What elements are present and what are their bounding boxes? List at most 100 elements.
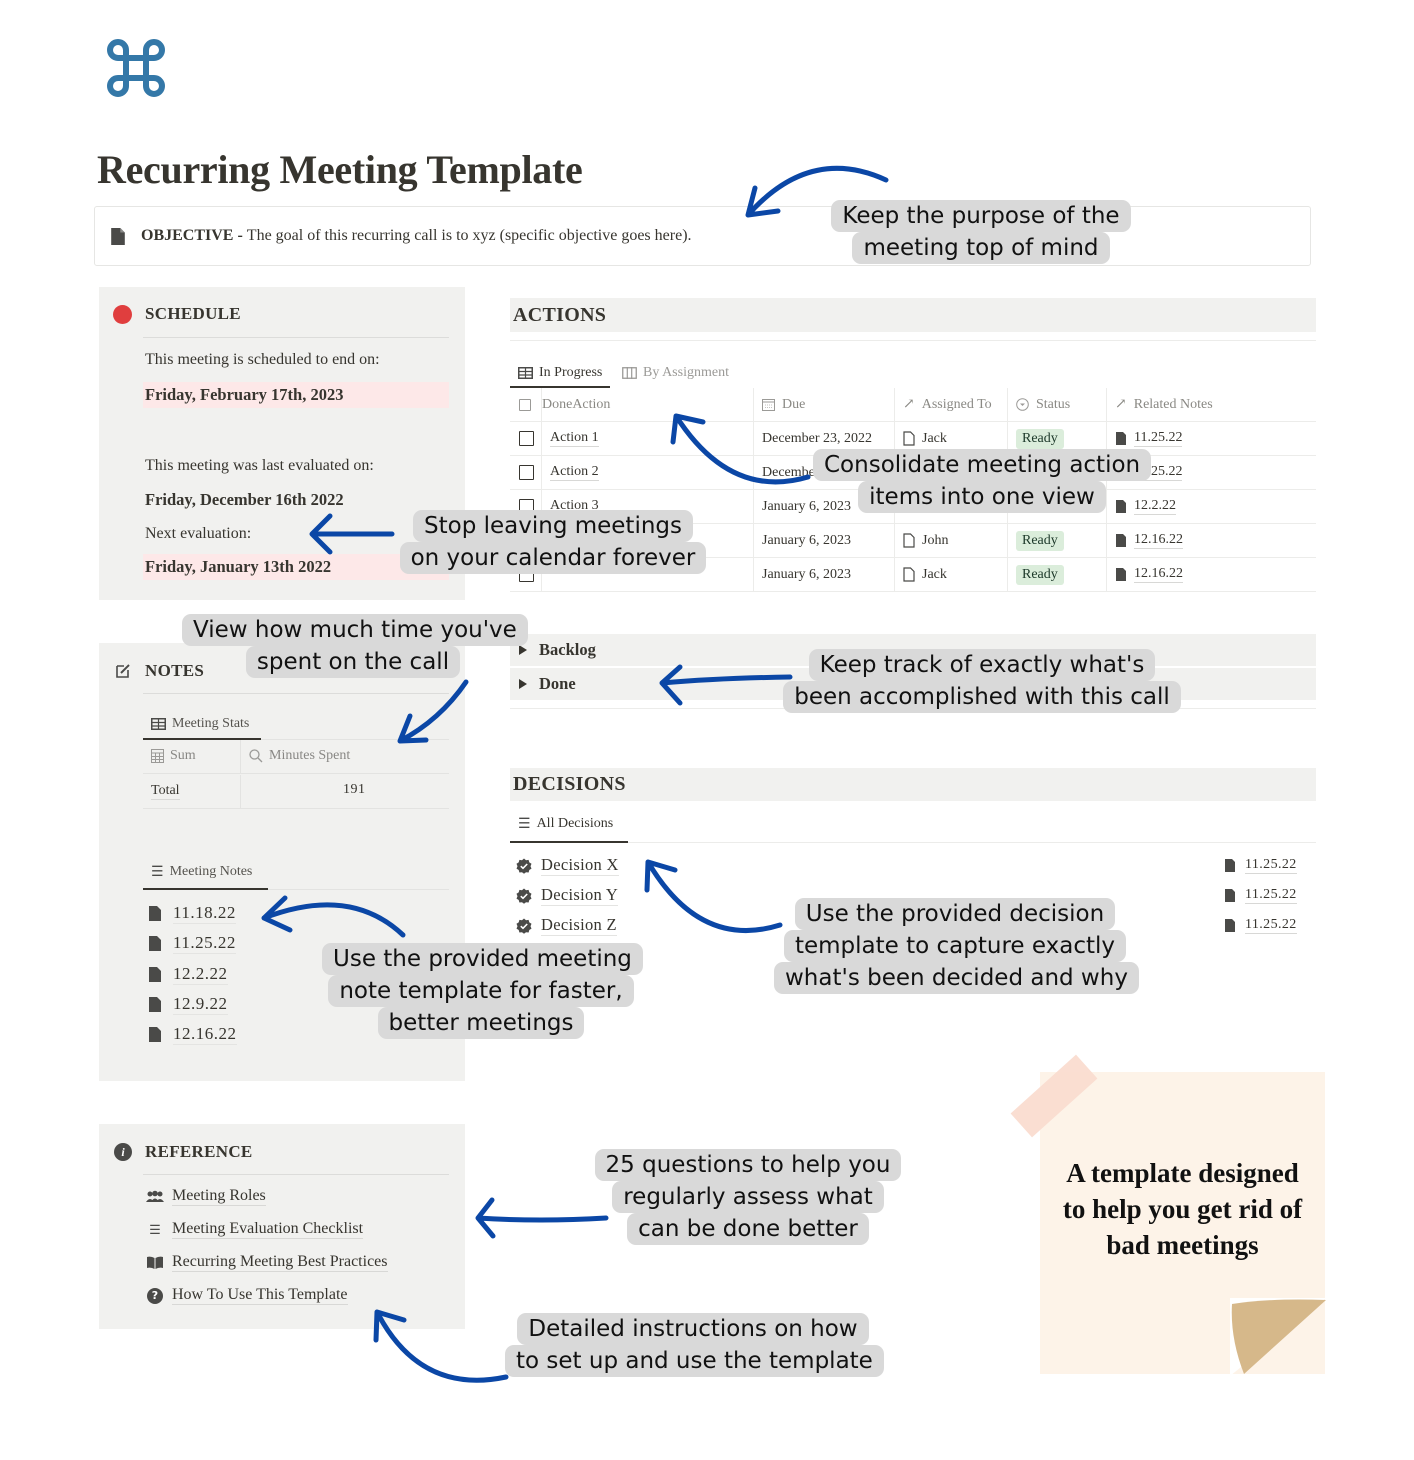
decisions-heading: DECISIONS — [510, 768, 1316, 801]
next-eval-label: Next evaluation: — [145, 525, 252, 542]
verified-badge-icon — [516, 858, 532, 874]
note-item[interactable]: 11.25.22 — [149, 933, 236, 954]
table-header-row: DoneAction Due ↗ Assigned To Status ↗ Rela… — [510, 388, 1316, 422]
note-item[interactable]: 12.16.22 — [149, 1024, 237, 1045]
list-icon: ☰ — [149, 1221, 161, 1237]
relation-arrow-icon: ↗ — [1115, 397, 1127, 412]
tab-meeting-notes[interactable]: ☰ Meeting Notes — [151, 859, 252, 885]
decision-item[interactable]: Decision Z — [516, 915, 617, 936]
end-label: This meeting is scheduled to end on: — [145, 351, 380, 368]
reference-link-how-to-use[interactable]: ? How To Use This Template — [145, 1286, 348, 1305]
red-circle-icon — [113, 305, 132, 324]
callout-checklist: 25 questions to help you regularly asses… — [594, 1149, 902, 1245]
note-item[interactable]: 12.9.22 — [149, 994, 228, 1015]
document-icon — [1116, 568, 1126, 581]
schedule-heading: SCHEDULE — [145, 304, 241, 323]
related-note-cell[interactable]: 12.16.22 — [1107, 558, 1316, 591]
page-icon — [903, 431, 915, 446]
assigned-cell[interactable]: John — [895, 524, 1008, 557]
search-icon — [249, 749, 263, 763]
relation-arrow-icon: ↗ — [903, 397, 915, 412]
callout-objective: Keep the purpose of the meeting top of m… — [831, 200, 1131, 264]
document-icon — [111, 227, 125, 245]
column-divider — [240, 775, 241, 809]
page-icon — [903, 533, 915, 548]
callout-done: Keep track of exactly what's been accomp… — [782, 649, 1182, 713]
tab-meeting-stats[interactable]: Meeting Stats — [151, 711, 249, 737]
tab-by-assignment[interactable]: By Assignment — [622, 358, 729, 388]
question-icon: ? — [145, 1287, 165, 1304]
document-icon — [1116, 534, 1126, 547]
related-notes-column-header[interactable]: ↗ Related Notes — [1107, 388, 1316, 421]
divider — [268, 889, 449, 890]
status-cell[interactable]: Ready — [1008, 524, 1107, 557]
calendar-icon — [762, 398, 775, 411]
done-checkbox[interactable] — [510, 422, 542, 455]
tab-in-progress[interactable]: In Progress — [518, 358, 602, 388]
document-icon — [149, 906, 161, 921]
action-cell[interactable]: Action 2 — [542, 456, 754, 489]
document-icon — [1116, 432, 1126, 445]
minutes-column-header[interactable]: Minutes Spent — [249, 748, 350, 764]
document-icon — [149, 967, 161, 982]
decision-item[interactable]: Decision X — [516, 855, 619, 876]
people-icon — [146, 1190, 164, 1202]
due-cell[interactable]: January 6, 2023 — [754, 558, 895, 591]
divider — [143, 337, 449, 338]
tab-underline — [143, 888, 268, 890]
done-checkbox[interactable] — [510, 456, 542, 489]
done-column-header[interactable] — [510, 388, 542, 421]
decision-note-link[interactable]: 11.25.22 — [1224, 857, 1297, 874]
status-cell[interactable]: Ready — [1008, 558, 1107, 591]
status-badge: Ready — [1016, 530, 1064, 551]
verified-badge-icon — [516, 888, 532, 904]
tab-underline — [510, 841, 628, 843]
action-cell[interactable]: Action 1 — [542, 422, 754, 455]
document-icon — [149, 936, 161, 951]
due-cell[interactable]: January 6, 2023 — [754, 524, 895, 557]
document-icon — [1225, 919, 1235, 932]
reference-link-meeting-roles[interactable]: Meeting Roles — [145, 1187, 266, 1206]
checkbox-icon — [519, 465, 534, 480]
document-icon — [149, 997, 161, 1012]
due-column-header[interactable]: Due — [754, 388, 895, 421]
related-note-cell[interactable]: 12.16.22 — [1107, 524, 1316, 557]
action-column-header[interactable]: DoneAction — [542, 388, 754, 421]
note-item[interactable]: 12.2.22 — [149, 964, 228, 985]
board-icon — [622, 367, 637, 379]
reference-panel: i REFERENCE Meeting Roles ☰ Meeting Eval… — [99, 1124, 465, 1329]
callout-stats: View how much time you've spent on the c… — [182, 614, 528, 678]
arrow-checklist — [475, 1197, 609, 1239]
edit-icon — [116, 664, 130, 678]
callout-notes: Use the provided meeting note template f… — [322, 943, 643, 1039]
decision-note-link[interactable]: 11.25.22 — [1224, 887, 1297, 904]
page-title: Recurring Meeting Template — [97, 147, 583, 192]
callout-actions: Consolidate meeting action items into on… — [813, 449, 1152, 513]
total-minutes-value: 191 — [343, 782, 366, 797]
callout-schedule: Stop leaving meetings on your calendar f… — [398, 510, 708, 574]
reference-link-best-practices[interactable]: Recurring Meeting Best Practices — [145, 1253, 388, 1272]
objective-text: The goal of this recurring call is to xy… — [246, 227, 692, 244]
status-column-header[interactable]: Status — [1008, 388, 1107, 421]
list-icon: ☰ — [151, 864, 164, 880]
callout-decisions: Use the provided decision template to ca… — [774, 898, 1139, 994]
arrow-decisions — [644, 859, 783, 934]
actions-heading: ACTIONS — [510, 298, 1316, 332]
divider — [628, 842, 1316, 843]
triangle-right-icon — [519, 679, 527, 689]
tab-all-decisions[interactable]: ☰ All Decisions — [518, 810, 613, 838]
checkbox-icon — [519, 398, 531, 411]
note-item[interactable]: 11.18.22 — [149, 903, 236, 924]
decision-note-link[interactable]: 11.25.22 — [1224, 917, 1297, 934]
callout-howto: Detailed instructions on how to set up a… — [505, 1313, 884, 1377]
reference-link-evaluation-checklist[interactable]: ☰ Meeting Evaluation Checklist — [145, 1220, 364, 1239]
decision-item[interactable]: Decision Y — [516, 885, 619, 906]
assigned-cell[interactable]: Jack — [895, 558, 1008, 591]
document-icon — [1225, 889, 1235, 902]
sum-column-header[interactable]: Sum — [151, 748, 196, 764]
reference-heading: REFERENCE — [145, 1142, 253, 1161]
assigned-column-header[interactable]: ↗ Assigned To — [895, 388, 1008, 421]
table-icon — [151, 718, 166, 730]
divider — [143, 1174, 449, 1175]
verified-badge-icon — [516, 918, 532, 934]
